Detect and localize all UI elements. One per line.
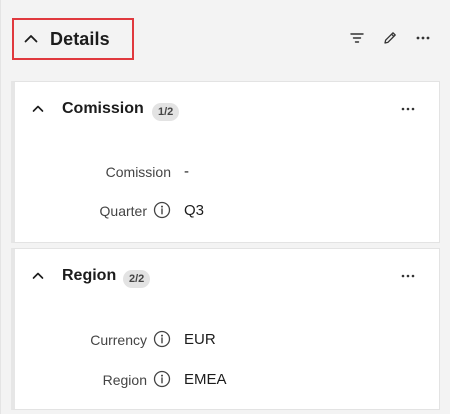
header-actions xyxy=(347,28,433,48)
field-value: Q3 xyxy=(184,202,205,219)
field-label: Quarter xyxy=(99,203,147,219)
field-row: Currency EUR xyxy=(15,328,439,352)
section-region: Region 2/2 Currency EUR Region EMEA xyxy=(11,248,440,410)
field-label: Currency xyxy=(90,332,147,348)
edit-icon xyxy=(384,32,396,44)
more-icon xyxy=(401,107,415,111)
filter-button[interactable] xyxy=(347,28,367,48)
field-row: Comission - xyxy=(15,160,439,184)
field-value: - xyxy=(184,163,189,180)
panel-title: Details xyxy=(50,29,110,49)
more-icon xyxy=(401,274,415,278)
filter-icon xyxy=(350,33,364,43)
section-badge: 1/2 xyxy=(152,103,180,121)
field-label: Comission xyxy=(105,164,171,180)
section-title: Region xyxy=(62,267,117,284)
section-more-button[interactable] xyxy=(399,100,417,118)
section-title: Comission xyxy=(62,100,144,117)
field-value: EUR xyxy=(184,331,216,348)
more-options-button[interactable] xyxy=(413,28,433,48)
chevron-up-icon[interactable] xyxy=(31,269,45,283)
section-header: Comission 1/2 xyxy=(15,82,439,138)
field-value: EMEA xyxy=(184,371,227,388)
chevron-up-icon[interactable] xyxy=(31,102,45,116)
section-badge: 2/2 xyxy=(123,270,151,288)
field-row: Region EMEA xyxy=(15,368,439,392)
details-title-toggle[interactable]: Details xyxy=(12,18,134,60)
info-icon[interactable] xyxy=(153,370,171,388)
field-row: Quarter Q3 xyxy=(15,199,439,223)
edit-button[interactable] xyxy=(380,28,400,48)
chevron-up-icon xyxy=(24,35,38,43)
info-icon[interactable] xyxy=(153,330,171,348)
section-header: Region 2/2 xyxy=(15,249,439,305)
field-label: Region xyxy=(102,372,147,388)
section-comission: Comission 1/2 Comission - Quarter Q3 xyxy=(11,81,440,243)
info-icon[interactable] xyxy=(153,201,171,219)
details-panel: Details Comission 1/2 Comission - Quarte… xyxy=(0,0,450,414)
panel-header: Details xyxy=(1,0,450,78)
section-more-button[interactable] xyxy=(399,267,417,285)
more-icon xyxy=(416,36,430,40)
